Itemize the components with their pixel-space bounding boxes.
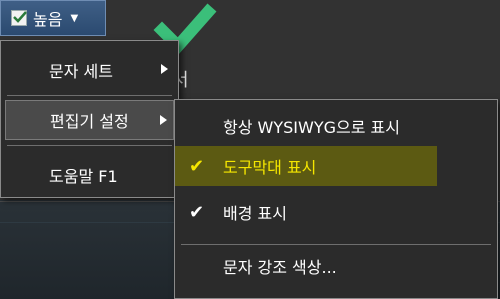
submenu-arrow-icon (161, 64, 168, 74)
menu-separator (7, 145, 172, 146)
menu-item-label: 문자 세트 (49, 62, 113, 81)
checkbox-icon (11, 10, 27, 26)
menu-item-label: 문자 강조 색상... (223, 258, 337, 277)
chevron-down-icon: ▼ (70, 12, 79, 24)
menu-item-label: 항상 WYSIWYG으로 표시 (223, 118, 400, 137)
submenu-arrow-icon (160, 115, 167, 125)
menu-separator (7, 95, 172, 96)
submenu-item-show-background[interactable]: ✔ 배경 표시 (175, 192, 497, 232)
menu-item-label: 배경 표시 (223, 204, 287, 223)
menu-separator (181, 244, 491, 245)
menu-item-label: 편집기 설정 (50, 112, 129, 131)
check-icon: ✔ (189, 155, 205, 177)
context-menu: 문자 세트 편집기 설정 도움말 F1 (0, 40, 179, 198)
submenu-item-always-wysiwyg[interactable]: 항상 WYSIWYG으로 표시 (175, 106, 497, 146)
menu-item-editor-settings[interactable]: 편집기 설정 (5, 100, 174, 140)
menu-item-label: 도움말 F1 (49, 167, 118, 186)
editor-settings-submenu: 항상 WYSIWYG으로 표시 ✔ 도구막대 표시 ✔ 배경 표시 문자 강조 … (174, 99, 498, 299)
menu-item-charset[interactable]: 문자 세트 (1, 50, 178, 90)
check-icon: ✔ (189, 201, 205, 223)
level-dropdown-button[interactable]: 높음 ▼ (0, 0, 106, 36)
menu-item-help[interactable]: 도움말 F1 (1, 155, 178, 195)
menu-item-label: 도구막대 표시 (223, 158, 317, 177)
submenu-item-show-toolbar[interactable]: ✔ 도구막대 표시 (175, 146, 437, 186)
dropdown-label: 높음 (33, 10, 63, 29)
submenu-item-highlight-color[interactable]: 문자 강조 색상... (175, 246, 497, 286)
